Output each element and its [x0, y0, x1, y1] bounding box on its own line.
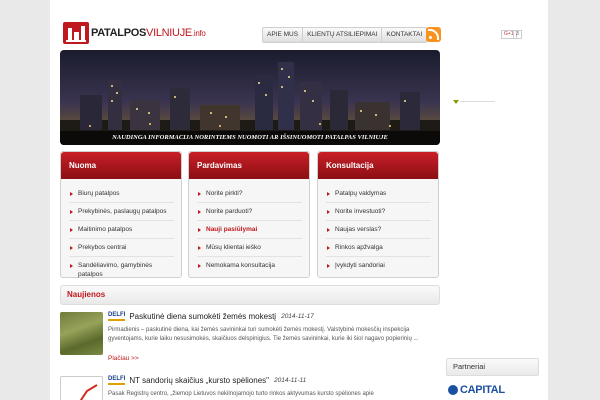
news-excerpt: Pasak Registrų centro, „žiemop Lietuvos … [108, 391, 374, 397]
capital-logo-text: CAPITAL [460, 384, 505, 396]
hero-banner: NAUDINGA INFORMACIJA NORINTIEMS NUOMOTI … [60, 50, 440, 145]
consulting-box-title[interactable]: Konsultacija [318, 152, 438, 179]
rent-box: Nuoma Biurų patalpos Prekybinės, paslaug… [60, 151, 182, 278]
capital-logo-icon [448, 385, 458, 395]
news-date: 2014-11-11 [273, 377, 307, 384]
delfi-logo-icon: DELFI [108, 312, 126, 321]
sale-item-new-offers[interactable]: Nauji pasiūlymai [197, 221, 302, 239]
nav-contacts[interactable]: KONTAKTAI [382, 28, 426, 42]
sale-box-title[interactable]: Pardavimas [189, 152, 309, 179]
capital-partner-logo[interactable]: CAPITAL [448, 384, 505, 396]
banner-caption: NAUDINGA INFORMACIJA NORINTIEMS NUOMOTI … [60, 131, 440, 145]
news-date: 2014-11-17 [281, 313, 314, 320]
rent-item-offices[interactable]: Biurų patalpos [69, 185, 174, 203]
news-thumbnail-field[interactable] [60, 312, 103, 355]
sale-item-free-consultation[interactable]: Nemokama konsultacija [197, 257, 302, 274]
news-title-row: DELFI Paskutinė diena sumokėti žemės mok… [108, 312, 314, 321]
rent-item-catering[interactable]: Maitinimo patalpos [69, 221, 174, 239]
consult-item-new-business[interactable]: Naujas verslas? [326, 221, 431, 239]
sale-item-sell[interactable]: Norite parduoti? [197, 203, 302, 221]
news-excerpt: Pirmadienis – paskutinė diena, kai žemės… [108, 327, 419, 342]
delfi-logo-icon: DELFI [108, 376, 126, 385]
consulting-box: Konsultacija Patalpų valdymas Norite inv… [317, 151, 439, 278]
news-title-row: DELFI NT sandorių skaičius „kursto spėli… [108, 376, 306, 385]
partners-heading: Partneriai [446, 358, 539, 376]
rent-item-retail[interactable]: Prekybinės, paslaugų patalpos [69, 203, 174, 221]
sale-item-clients-search[interactable]: Mūsų klientai ieško [197, 239, 302, 257]
top-navigation: APIE MUS KLIENTŲ ATSILIEPIMAI KONTAKTAI [262, 27, 428, 43]
site-logo[interactable]: PATALPOSVILNIUJE.info [63, 22, 206, 44]
news-title-link[interactable]: NT sandorių skaičius „kursto spėliones" [129, 376, 269, 385]
news-title-link[interactable]: Paskutinė diena sumokėti žemės mokestį [129, 312, 276, 321]
growth-chart-icon [72, 384, 98, 400]
news-thumbnail-chart[interactable] [60, 376, 103, 400]
sale-item-buy[interactable]: Norite pirkti? [197, 185, 302, 203]
consult-item-invest[interactable]: Norite investuoti? [326, 203, 431, 221]
slider-track [460, 101, 495, 102]
buildings-logo-icon [63, 22, 89, 44]
news-heading: Naujienos [60, 285, 440, 305]
logo-text: PATALPOSVILNIUJE.info [91, 27, 206, 39]
rent-box-title[interactable]: Nuoma [61, 152, 181, 179]
google-plus-count: 3 [513, 30, 522, 39]
rent-item-warehouses[interactable]: Sandėliavimo, gamybinės patalpos [69, 257, 174, 283]
consult-item-deals[interactable]: Įvykdyti sandoriai [326, 257, 431, 274]
nav-testimonials[interactable]: KLIENTŲ ATSILIEPIMAI [303, 28, 383, 42]
nav-about[interactable]: APIE MUS [263, 28, 304, 42]
sale-box: Pardavimas Norite pirkti? Norite parduot… [188, 151, 310, 278]
rss-icon[interactable] [426, 27, 441, 42]
consult-item-management[interactable]: Patalpų valdymas [326, 185, 431, 203]
slider-indicator-icon[interactable] [453, 100, 459, 104]
rent-item-malls[interactable]: Prekybos centrai [69, 239, 174, 257]
page: PATALPOSVILNIUJE.info APIE MUS KLIENTŲ A… [50, 0, 548, 400]
read-more-link[interactable]: Plačiau >> [108, 355, 139, 362]
consult-item-market-review[interactable]: Rinkos apžvalga [326, 239, 431, 257]
